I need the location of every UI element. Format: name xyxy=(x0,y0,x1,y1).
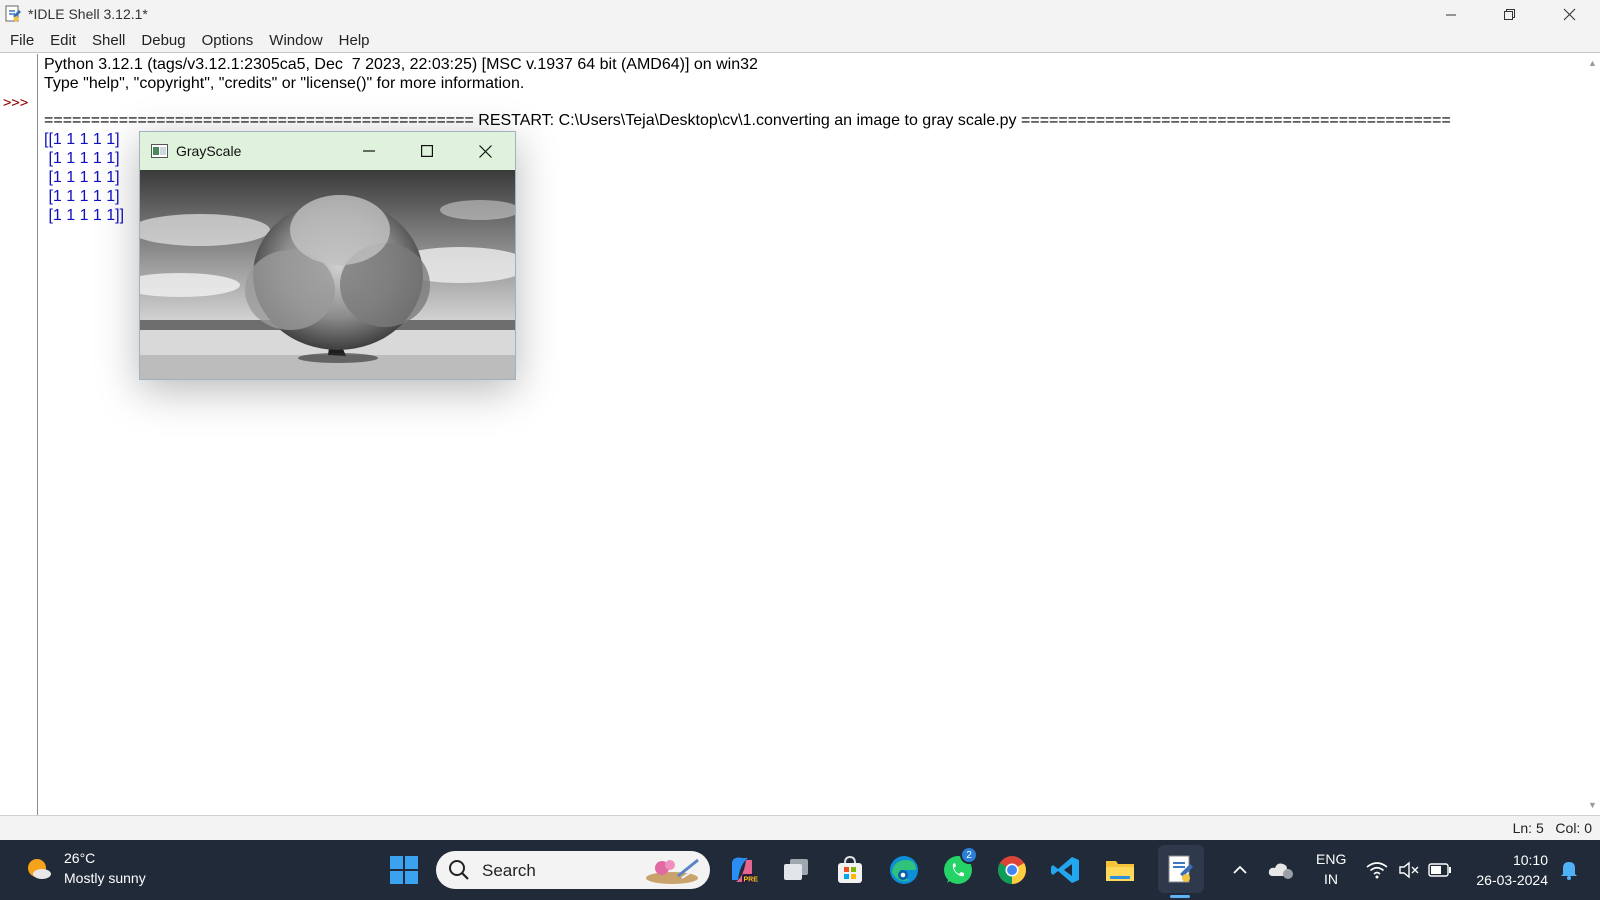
menu-help[interactable]: Help xyxy=(331,29,378,53)
windows-start-icon xyxy=(390,856,418,884)
onedrive-tray[interactable] xyxy=(1266,852,1296,888)
battery-icon xyxy=(1428,863,1451,877)
scroll-up-arrow-icon[interactable]: ▲ xyxy=(1588,58,1597,68)
system-clock[interactable]: 10:10 26-03-2024 xyxy=(1476,850,1548,890)
taskbar-idle[interactable] xyxy=(1163,852,1199,888)
output-line: [1 1 1 1 1] xyxy=(44,169,120,186)
close-button[interactable] xyxy=(1540,0,1598,29)
scroll-down-arrow-icon[interactable]: ▼ xyxy=(1588,800,1597,810)
search-label: Search xyxy=(482,861,536,880)
vertical-scrollbar[interactable]: ▲ ▼ xyxy=(1584,54,1600,815)
microsoft-store-icon xyxy=(838,855,862,883)
menu-window[interactable]: Window xyxy=(261,29,330,53)
taskbar-whatsapp[interactable]: 2 xyxy=(940,846,978,888)
window-title: *IDLE Shell 3.12.1* xyxy=(28,6,148,22)
battery-tray[interactable] xyxy=(1426,852,1454,888)
grayscale-tree-image xyxy=(140,170,515,379)
start-button[interactable] xyxy=(386,852,422,888)
restart-line: ========================================… xyxy=(44,112,1451,129)
banner-line-1: Python 3.12.1 (tags/v3.12.1:2305ca5, Dec… xyxy=(44,56,758,73)
menu-debug[interactable]: Debug xyxy=(133,29,193,53)
minimize-icon xyxy=(1446,14,1456,15)
output-line: [[1 1 1 1 1] xyxy=(44,131,120,148)
menu-options[interactable]: Options xyxy=(194,29,262,53)
minimize-icon xyxy=(363,150,375,152)
taskbar-file-explorer[interactable] xyxy=(1102,852,1138,888)
output-line: [1 1 1 1 1]] xyxy=(44,207,125,224)
taskbar-store[interactable] xyxy=(832,852,868,888)
maximize-icon xyxy=(421,145,433,157)
banner-line-2: Type "help", "copyright", "credits" or "… xyxy=(44,75,525,92)
taskbar: 26°C Mostly sunny Search PRE 2 ENG IN 10… xyxy=(0,840,1600,900)
search-highlight-illustration-icon xyxy=(646,858,701,884)
taskbar-chrome[interactable] xyxy=(994,852,1030,888)
whatsapp-notification-badge: 2 xyxy=(960,846,978,864)
onedrive-cloud-icon xyxy=(1268,863,1293,879)
clock-date: 26-03-2024 xyxy=(1476,872,1548,888)
file-explorer-icon xyxy=(1106,861,1134,881)
menu-bar: File Edit Shell Debug Options Window Hel… xyxy=(0,29,1600,53)
prompt-gutter: >>> xyxy=(0,54,38,815)
title-bar: *IDLE Shell 3.12.1* xyxy=(0,0,1600,29)
idle-app-icon xyxy=(5,5,21,22)
shell-prompt: >>> xyxy=(3,95,29,111)
svg-text:PRE: PRE xyxy=(744,877,759,884)
taskbar-vscode[interactable] xyxy=(1048,852,1084,888)
weather-temperature: 26°C xyxy=(64,850,96,866)
notification-bell-icon xyxy=(1561,862,1577,880)
idle-python-icon xyxy=(1168,855,1193,883)
taskbar-copilot[interactable]: PRE xyxy=(724,852,760,888)
chrome-browser-icon xyxy=(998,856,1026,884)
grayscale-minimize-button[interactable] xyxy=(340,132,398,170)
active-app-indicator xyxy=(1170,895,1190,898)
grayscale-window[interactable]: GrayScale xyxy=(139,131,516,380)
opencv-window-icon xyxy=(151,144,168,158)
menu-edit[interactable]: Edit xyxy=(42,29,84,53)
grayscale-maximize-button[interactable] xyxy=(398,132,456,170)
volume-muted-icon xyxy=(1399,861,1419,879)
show-hidden-icons-button[interactable] xyxy=(1228,852,1252,888)
vscode-icon xyxy=(1051,857,1079,883)
taskbar-edge[interactable] xyxy=(886,852,922,888)
wifi-icon xyxy=(1366,862,1388,879)
volume-tray[interactable] xyxy=(1396,852,1422,888)
restore-button[interactable] xyxy=(1480,0,1538,29)
output-line: [1 1 1 1 1] xyxy=(44,188,120,205)
grayscale-title-bar[interactable]: GrayScale xyxy=(140,132,515,170)
output-line: [1 1 1 1 1] xyxy=(44,150,120,167)
sunny-weather-icon xyxy=(28,859,51,879)
menu-shell[interactable]: Shell xyxy=(84,29,133,53)
wifi-tray[interactable] xyxy=(1364,852,1390,888)
clock-time: 10:10 xyxy=(1512,852,1548,868)
copilot-icon: PRE xyxy=(732,857,759,884)
menu-file[interactable]: File xyxy=(2,29,42,53)
close-icon xyxy=(1563,8,1575,21)
task-view-icon xyxy=(784,859,808,880)
chevron-up-icon xyxy=(1233,865,1247,874)
taskbar-task-view[interactable] xyxy=(778,852,814,888)
restore-icon xyxy=(1503,9,1515,20)
edge-browser-icon xyxy=(890,856,918,884)
close-icon xyxy=(478,144,492,158)
grayscale-window-title: GrayScale xyxy=(176,143,242,159)
cursor-position: Ln: 5 Col: 0 xyxy=(1512,820,1592,836)
minimize-button[interactable] xyxy=(1422,0,1480,29)
region-indicator[interactable]: IN xyxy=(1324,871,1338,887)
grayscale-close-button[interactable] xyxy=(456,132,514,170)
status-bar: Ln: 5 Col: 0 xyxy=(0,815,1600,840)
taskbar-search-box[interactable]: Search xyxy=(436,851,710,889)
search-icon xyxy=(449,860,469,880)
language-indicator[interactable]: ENG xyxy=(1316,851,1346,867)
notifications-button[interactable] xyxy=(1556,852,1582,888)
weather-description: Mostly sunny xyxy=(64,870,146,886)
